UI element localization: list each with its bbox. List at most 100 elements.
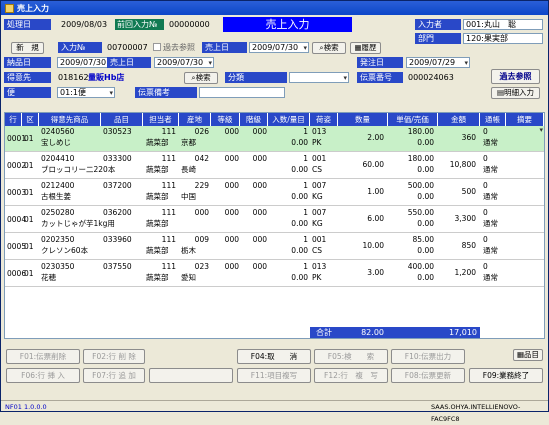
category-select[interactable] (289, 72, 349, 83)
col-header: 行 (5, 113, 22, 126)
f02-delete-row-button[interactable]: F02:行 削 除 (83, 349, 145, 364)
table-row[interactable]: 0004 01 0250280 カットじゃが芋1kg用 036200 111 蔬菜部 000 0… (5, 207, 544, 233)
note-field[interactable] (199, 87, 285, 98)
customer-search-button[interactable]: ⌕検索 (184, 72, 218, 84)
cell-cls: 000 (252, 262, 267, 271)
f12-copy-row-button[interactable]: F12:行 複 写 (314, 368, 388, 383)
cell-area: 042 (194, 154, 209, 163)
process-date-label: 処理日 (4, 19, 51, 30)
table-row[interactable]: 0002 01 0204410 ブロッコリー二220本 033300 111 蔬菜部 042 長… (5, 153, 544, 179)
f11-copy-item-button[interactable]: F11:項目複写 (237, 368, 311, 383)
inputter-field[interactable]: 001:丸山 聡 (463, 19, 543, 30)
item-button[interactable]: ▦品目 (513, 349, 543, 361)
flight-select[interactable]: 01:1便 (57, 87, 115, 98)
cell-price2: 0.00 (417, 192, 434, 201)
sales-input-window: 売上入力 処理日 2009/08/03 前回入力№ 00000000 売上入力 … (0, 0, 549, 423)
sales-select[interactable]: 2009/07/30 (154, 57, 214, 68)
input-no: 00700007 (107, 43, 148, 52)
detail-grid: 行 区 得意先商品 品目 担当者 産地 等級 階級 入数/量目 荷姿 数量 単価… (4, 112, 545, 339)
inputter-label: 入力者 (415, 19, 461, 30)
cell-pkg: 013 (312, 127, 327, 136)
new-button[interactable]: 新 規 (11, 42, 44, 54)
cell-area_name: 長崎 (181, 165, 196, 174)
f07-add-row-button[interactable]: F07:行 追 加 (83, 368, 145, 383)
cell-kbn: 01 (24, 188, 34, 197)
cell-kbn: 01 (24, 134, 34, 143)
col-header: 区 (22, 113, 39, 126)
cell-grade: 000 (224, 154, 239, 163)
cell-code: 0202350 (41, 235, 75, 244)
f06-insert-row-button[interactable]: F06:行 挿 入 (6, 368, 80, 383)
prev-no-label: 前回入力№ (115, 19, 164, 30)
cell-cls: 000 (252, 154, 267, 163)
cell-tsu: 0 (483, 208, 488, 217)
cell-line: 0003 (7, 188, 27, 197)
cell-area_name: 京都 (181, 138, 196, 147)
cell-qty: 1.00 (367, 187, 384, 196)
cell-dept: 蔬菜部 (146, 192, 169, 201)
cell-amount: 500 (461, 187, 476, 196)
col-header: 単価/売価 (388, 113, 438, 126)
cell-amount: 10,800 (449, 160, 476, 169)
customer-label: 得意先 (4, 72, 51, 83)
note-label: 伝票備考 (135, 87, 197, 98)
cell-tsu2: 通常 (483, 246, 498, 255)
col-header: 数量 (338, 113, 388, 126)
cell-area: 023 (194, 262, 209, 271)
title-bar: 売上入力 (1, 1, 548, 15)
cell-price: 180.00 (407, 154, 434, 163)
total-qty: 82.00 (338, 327, 388, 338)
cell-area: 026 (194, 127, 209, 136)
cell-area_name: 愛知 (181, 273, 196, 282)
history-button[interactable]: ▦履歴 (350, 42, 381, 54)
cell-name: クレソン60本 (41, 246, 89, 255)
slip-no: 000024063 (408, 73, 454, 82)
table-row[interactable]: 0006 01 0230350 花穂 037550 111 蔬菜部 023 愛知 000 000 1 0… (5, 261, 544, 287)
f05-search-button[interactable]: F05:検 索 (314, 349, 388, 364)
table-row[interactable]: 0005 01 0202350 クレソン60本 033960 111 蔬菜部 009 栃木 000… (5, 234, 544, 260)
process-date: 2009/08/03 (61, 20, 108, 29)
past-ref-check-label: 過去参照 (163, 43, 195, 52)
cell-price: 180.00 (407, 127, 434, 136)
col-header: 入数/量目 (268, 113, 310, 126)
cell-price: 550.00 (407, 208, 434, 217)
ship-select[interactable]: 2009/07/29 (406, 57, 470, 68)
f10-output-button[interactable]: F10:伝票出力 (391, 349, 465, 364)
past-ref-checkbox[interactable] (153, 43, 161, 51)
cell-qty: 2.00 (367, 133, 384, 142)
cell-price: 500.00 (407, 181, 434, 190)
cell-price2: 0.00 (417, 273, 434, 282)
cell-pkg: 001 (312, 235, 327, 244)
f08-update-button[interactable]: F08:伝票更新 (391, 368, 465, 383)
table-row[interactable]: 0001 01 0240560 宝しめじ 030523 111 蔬菜部 026 京都 000 000… (5, 126, 544, 152)
cell-staff: 111 (161, 127, 176, 136)
detail-input-button[interactable]: ▤明細入力 (491, 87, 540, 99)
cell-kbn: 01 (24, 161, 34, 170)
cell-line: 0002 (7, 161, 27, 170)
f01-delete-slip-button[interactable]: F01:伝票削除 (6, 349, 80, 364)
search-button-top[interactable]: ⌕検索 (312, 42, 346, 54)
table-row[interactable]: 0003 01 0212400 古根生姜 037200 111 蔬菜部 229 中国 000 000… (5, 180, 544, 206)
cell-name: ブロッコリー二220本 (41, 165, 116, 174)
cell-price2: 0.00 (417, 219, 434, 228)
cell-qty_unit: 1 (303, 154, 308, 163)
screen-title: 売上入力 (223, 17, 352, 32)
cell-qty_unit2: 0.00 (291, 246, 308, 255)
sales-date-select[interactable]: 2009/07/30 (249, 42, 309, 53)
cell-qty_unit: 1 (303, 208, 308, 217)
dept-field[interactable]: 120:果実部 (463, 33, 543, 44)
grid-icon: ▦ (516, 350, 525, 359)
f09-exit-button[interactable]: F09:業務終了 (469, 368, 543, 383)
cell-amount: 1,200 (454, 268, 476, 277)
cell-item: 033960 (103, 235, 132, 244)
cell-area_name: 中国 (181, 192, 196, 201)
col-header: 担当者 (143, 113, 179, 126)
cell-pkg: 001 (312, 154, 327, 163)
cell-tsu2: 通常 (483, 219, 498, 228)
total-amount: 17,010 (438, 327, 480, 338)
f04-cancel-button[interactable]: F04:取 消 (237, 349, 311, 364)
cell-price: 85.00 (412, 235, 434, 244)
cell-staff: 111 (161, 208, 176, 217)
past-ref-button[interactable]: 過去参照 (491, 69, 540, 84)
cell-qty_unit: 1 (303, 262, 308, 271)
